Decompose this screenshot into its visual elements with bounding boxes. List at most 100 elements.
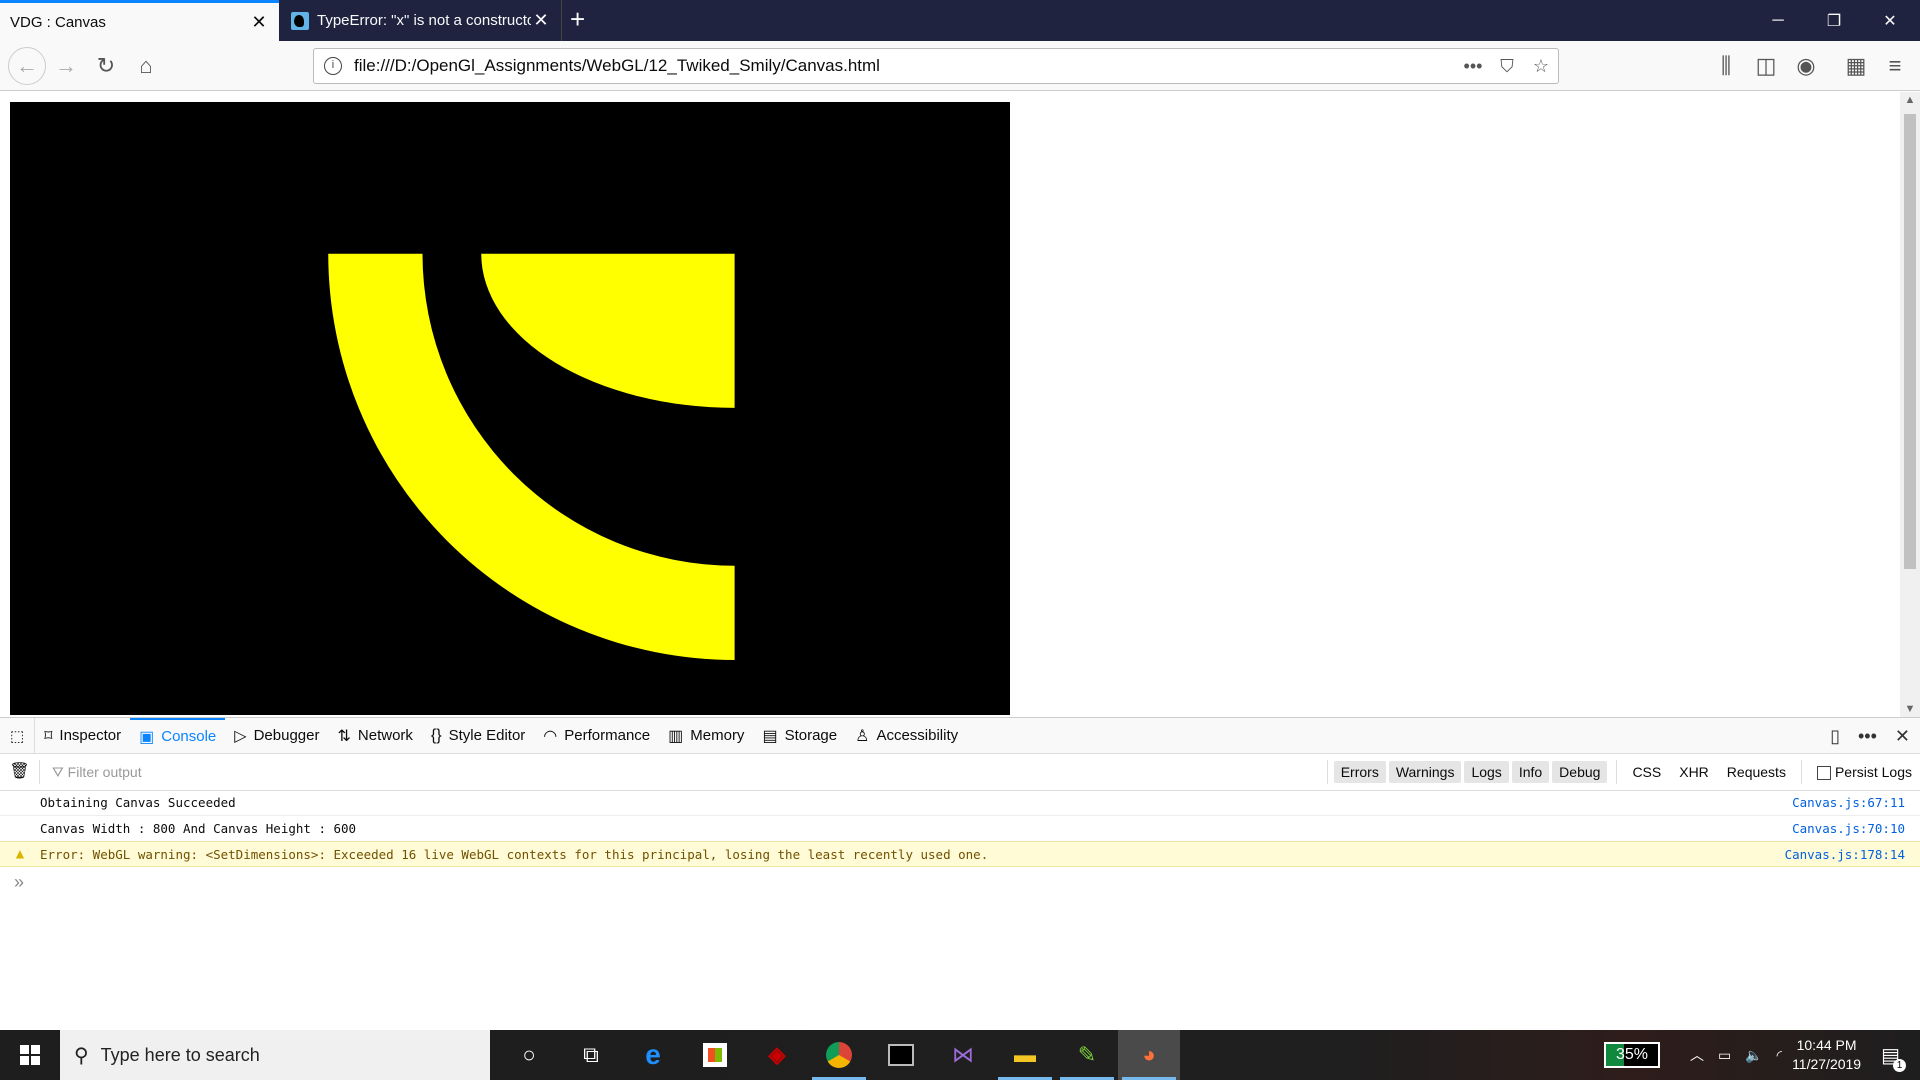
storage-icon: ▤ <box>762 727 778 745</box>
filter-warnings-button[interactable]: Warnings <box>1388 761 1462 783</box>
inner-quarter-ellipse <box>481 253 735 408</box>
tab-accessibility[interactable]: ♙ Accessibility <box>846 718 967 754</box>
close-window-button[interactable]: ✕ <box>1862 0 1918 41</box>
tab-label: Inspector <box>59 727 122 744</box>
tab-storage[interactable]: ▤ Storage <box>753 718 846 754</box>
battery-meter[interactable]: 35% <box>1603 1042 1660 1068</box>
volume-icon[interactable]: 🔈 <box>1745 1047 1762 1064</box>
terminal-icon[interactable] <box>870 1030 932 1080</box>
filter-css-button[interactable]: CSS <box>1623 764 1670 780</box>
webgl-canvas[interactable] <box>10 102 1010 715</box>
action-center-icon[interactable]: ▤ 1 <box>1881 1043 1906 1072</box>
taskbar-search-box[interactable]: ⚲ Type here to search <box>60 1030 490 1080</box>
pocket-icon[interactable]: ⛉ <box>1490 56 1524 77</box>
message-source-link[interactable]: Canvas.js:70:10 <box>1792 821 1905 836</box>
tab-style-editor[interactable]: {} Style Editor <box>422 718 534 754</box>
minimize-button[interactable]: ─ <box>1750 0 1806 41</box>
new-tab-button[interactable]: + <box>570 4 585 35</box>
library-icon[interactable]: ⫼ <box>1710 50 1742 82</box>
debugger-icon: ▷ <box>234 727 247 745</box>
page-viewport <box>0 92 1900 717</box>
console-input-prompt[interactable]: » <box>14 872 24 893</box>
message-text: Error: WebGL warning: <SetDimensions>: E… <box>40 846 989 862</box>
show-hidden-icons-icon[interactable]: ︿ <box>1690 1045 1704 1065</box>
battery-icon[interactable]: ▭ <box>1718 1047 1731 1064</box>
close-tab-icon[interactable]: ✕ <box>249 12 269 33</box>
filter-input[interactable]: ⛛ Filter output <box>52 764 1321 781</box>
clock[interactable]: 10:44 PM 11/27/2019 <box>1792 1036 1861 1074</box>
tab-memory[interactable]: ▥ Memory <box>659 718 753 754</box>
message-source-link[interactable]: Canvas.js:178:14 <box>1785 847 1905 862</box>
mdn-favicon-icon <box>291 11 309 30</box>
task-view-icon[interactable]: ⧉ <box>560 1030 622 1080</box>
dock-options-icon[interactable]: ▯ <box>1830 726 1840 747</box>
cortana-icon[interactable]: ○ <box>498 1030 560 1080</box>
wifi-icon[interactable]: ◜ <box>1777 1047 1782 1064</box>
console-filter-bar: 🗑 ⛛ Filter output Errors Warnings Logs I… <box>0 754 1920 791</box>
battery-percent: 35% <box>1605 1044 1658 1066</box>
chrome-icon[interactable] <box>808 1030 870 1080</box>
info-icon[interactable]: i <box>324 57 342 75</box>
tab-label: Debugger <box>253 727 320 744</box>
tab-console[interactable]: ▣ Console <box>130 717 226 754</box>
more-options-icon[interactable]: ••• <box>1858 726 1877 747</box>
performance-gauge-icon: ◠ <box>543 727 558 745</box>
back-button[interactable]: ← <box>8 47 46 85</box>
filter-errors-button[interactable]: Errors <box>1333 761 1386 783</box>
menu-icon[interactable]: ≡ <box>1879 50 1911 82</box>
forward-button[interactable]: → <box>50 50 82 82</box>
element-picker-icon[interactable]: ⬚ <box>0 717 36 754</box>
filter-debug-button[interactable]: Debug <box>1552 761 1608 783</box>
page-actions-icon[interactable]: ••• <box>1456 56 1490 77</box>
tab-typeerror[interactable]: TypeError: "x" is not a constructor ✕ <box>281 0 562 41</box>
tab-inspector[interactable]: ⌑ Inspector <box>35 718 130 754</box>
tab-label: Storage <box>784 727 838 744</box>
network-icon: ⇅ <box>337 727 351 745</box>
notepad-plus-icon[interactable]: ✎ <box>1056 1030 1118 1080</box>
firefox-icon[interactable]: ◕ <box>1118 1030 1180 1080</box>
scroll-down-arrow-icon[interactable]: ▼ <box>1900 703 1920 715</box>
file-explorer-icon[interactable]: ▬ <box>994 1030 1056 1080</box>
message-source-link[interactable]: Canvas.js:67:11 <box>1792 795 1905 810</box>
scrollbar-thumb[interactable] <box>1904 114 1916 569</box>
tab-label: Console <box>161 728 217 745</box>
url-text[interactable]: file:///D:/OpenGl_Assignments/WebGL/12_T… <box>354 56 1456 76</box>
scroll-up-arrow-icon[interactable]: ▲ <box>1900 94 1920 106</box>
visual-studio-icon[interactable]: ⋈ <box>932 1030 994 1080</box>
account-icon[interactable]: ◉ <box>1790 50 1822 82</box>
tab-title: VDG : Canvas <box>10 13 106 31</box>
filter-logs-button[interactable]: Logs <box>1464 761 1509 783</box>
console-icon: ▣ <box>139 728 155 746</box>
store-icon[interactable] <box>684 1030 746 1080</box>
tab-debugger[interactable]: ▷ Debugger <box>225 718 328 754</box>
tab-vdg-canvas[interactable]: VDG : Canvas ✕ <box>0 0 279 41</box>
mcafee-icon[interactable]: ◈ <box>746 1030 808 1080</box>
inspector-icon: ⌑ <box>44 727 53 745</box>
close-devtools-icon[interactable]: ✕ <box>1895 726 1910 747</box>
filter-requests-button[interactable]: Requests <box>1718 764 1795 780</box>
search-placeholder: Type here to search <box>100 1044 260 1065</box>
whats-new-gift-icon[interactable]: ▦ <box>1840 50 1872 82</box>
filter-info-button[interactable]: Info <box>1511 761 1550 783</box>
clock-time: 10:44 PM <box>1796 1037 1857 1053</box>
restore-button[interactable]: ❐ <box>1806 0 1862 41</box>
devtools-toolbar: ⬚ ⌑ Inspector ▣ Console ▷ Debugger ⇅ Network… <box>0 717 1920 754</box>
page-scrollbar[interactable]: ▲ ▼ <box>1900 92 1920 717</box>
filter-xhr-button[interactable]: XHR <box>1670 764 1718 780</box>
start-button[interactable] <box>0 1030 60 1080</box>
reload-button[interactable]: ↻ <box>90 50 122 82</box>
canvas-drawing <box>328 253 735 660</box>
close-tab-icon[interactable]: ✕ <box>531 10 551 31</box>
url-bar[interactable]: i file:///D:/OpenGl_Assignments/WebGL/12… <box>313 48 1559 84</box>
bookmark-star-icon[interactable]: ☆ <box>1524 56 1558 77</box>
tab-network[interactable]: ⇅ Network <box>328 718 421 754</box>
tab-performance[interactable]: ◠ Performance <box>534 718 659 754</box>
home-button[interactable]: ⌂ <box>130 50 162 82</box>
sidebar-icon[interactable]: ◫ <box>1750 50 1782 82</box>
persist-logs-checkbox[interactable]: Persist Logs <box>1808 764 1920 781</box>
accessibility-icon: ♙ <box>855 727 870 745</box>
navigation-toolbar: ← → ↻ ⌂ i file:///D:/OpenGl_Assignments/… <box>0 41 1920 91</box>
clear-console-trash-icon[interactable]: 🗑 <box>0 760 40 784</box>
edge-icon[interactable]: e <box>622 1030 684 1080</box>
tab-title: TypeError: "x" is not a constructor <box>317 12 531 29</box>
